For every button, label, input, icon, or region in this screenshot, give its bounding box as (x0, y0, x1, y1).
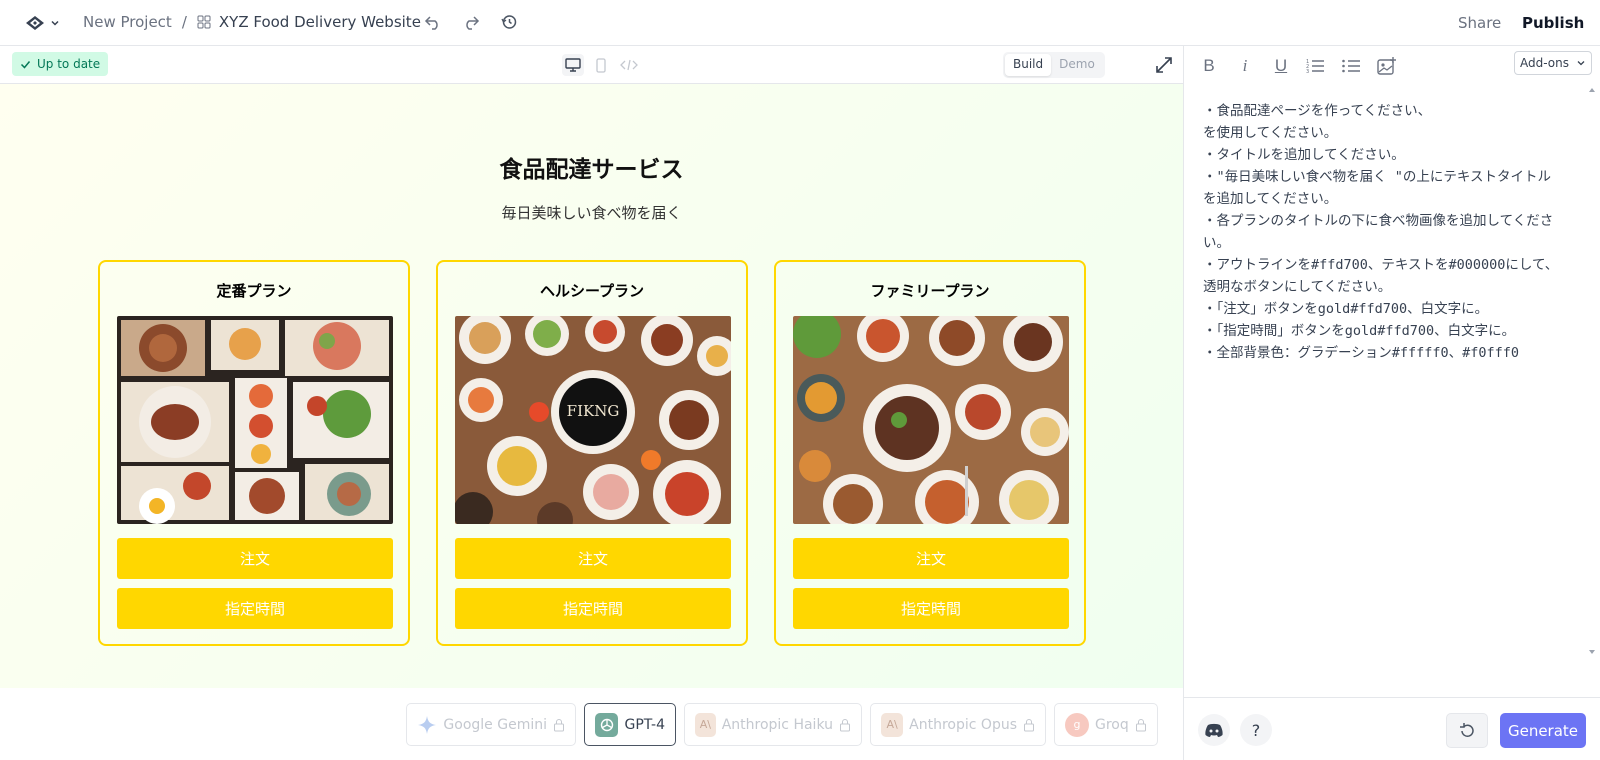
generate-button[interactable]: Generate (1500, 713, 1586, 748)
breadcrumb-site[interactable]: XYZ Food Delivery Website (197, 13, 421, 31)
preview-toolbar: Up to date Build Demo (0, 46, 1183, 84)
order-button[interactable]: 注文 (455, 538, 731, 579)
mobile-view-button[interactable] (590, 54, 612, 76)
breadcrumb-separator: / (181, 13, 187, 31)
code-view-button[interactable] (618, 54, 640, 76)
model-selector: Google Gemini GPT-4 A\ Anthropic Haiku A… (0, 688, 1183, 760)
food-image (117, 316, 393, 524)
device-switcher (562, 54, 640, 76)
plan-card-healthy: ヘルシープラン FIKNG 注文 指定時間 (436, 260, 748, 646)
code-icon (620, 59, 638, 71)
status-badge: Up to date (12, 52, 109, 76)
schedule-button[interactable]: 指定時間 (793, 588, 1069, 629)
app-logo-menu[interactable] (24, 13, 60, 33)
order-button[interactable]: 注文 (793, 538, 1069, 579)
add-image-icon[interactable] (1376, 55, 1398, 77)
model-groq[interactable]: g Groq (1054, 703, 1158, 746)
gemini-icon (417, 713, 437, 737)
bullet-list-icon[interactable] (1340, 55, 1362, 77)
lock-icon (1023, 718, 1035, 732)
reset-button[interactable] (1446, 713, 1488, 748)
plan-title: ヘルシープラン (539, 282, 645, 300)
schedule-button[interactable]: 指定時間 (117, 588, 393, 629)
model-gpt-4[interactable]: GPT-4 (584, 703, 676, 746)
ordered-list-icon[interactable]: 123 (1304, 55, 1326, 77)
lock-icon (553, 718, 565, 732)
editor-scrollbar[interactable] (1587, 86, 1597, 656)
plan-title: ファミリープラン (870, 282, 990, 300)
check-icon (20, 60, 31, 69)
prompt-editor[interactable]: ・食品配達ページを作ってください、 を使用してください。 ・タイトルを追加してく… (1203, 100, 1563, 655)
food-image: FIKNG (455, 316, 731, 524)
bold-icon[interactable]: B (1198, 55, 1220, 77)
share-button[interactable]: Share (1458, 14, 1501, 32)
model-name: GPT-4 (624, 716, 665, 733)
model-name: Anthropic Haiku (721, 716, 833, 733)
editor-footer: ? Generate (1184, 697, 1600, 760)
model-name: Groq (1095, 716, 1129, 733)
openai-icon (595, 712, 619, 737)
history-icon[interactable] (500, 13, 518, 31)
model-anthropic-opus[interactable]: A\ Anthropic Opus (870, 703, 1046, 746)
order-button[interactable]: 注文 (117, 538, 393, 579)
redo-icon[interactable] (462, 13, 480, 31)
top-bar: New Project / XYZ Food Delivery Website … (0, 0, 1600, 46)
site-title: 食品配達サービス (499, 157, 684, 183)
groq-icon: g (1065, 712, 1089, 737)
svg-text:FIKNG: FIKNG (567, 402, 620, 420)
anthropic-icon: A\ (881, 712, 904, 737)
breadcrumb: New Project / XYZ Food Delivery Website (83, 13, 421, 31)
phone-icon (596, 57, 606, 73)
lock-icon (839, 718, 851, 732)
expand-icon[interactable] (1154, 55, 1174, 75)
breadcrumb-project[interactable]: New Project (83, 13, 172, 31)
discord-icon[interactable] (1198, 714, 1230, 746)
italic-icon[interactable]: i (1234, 55, 1256, 77)
plan-card-standard: 定番プラン 注文 指定時間 (98, 260, 410, 646)
demo-tab[interactable]: Demo (1051, 54, 1103, 76)
build-tab[interactable]: Build (1005, 54, 1052, 76)
grid-icon (197, 15, 211, 29)
refresh-icon (1460, 722, 1474, 737)
history-controls (424, 13, 518, 31)
model-name: Google Gemini (443, 716, 547, 733)
site-subtitle: 毎日美味しい食べ物を届く (501, 204, 682, 222)
help-button[interactable]: ? (1240, 714, 1272, 746)
addons-dropdown[interactable]: Add-ons (1514, 51, 1592, 75)
food-image (793, 316, 1069, 524)
status-text: Up to date (37, 57, 101, 71)
undo-icon[interactable] (424, 13, 442, 31)
panel-divider (1183, 46, 1184, 760)
logo-icon (26, 16, 44, 30)
anthropic-icon: A\ (695, 712, 716, 737)
model-name: Anthropic Opus (909, 716, 1017, 733)
plan-card-family: ファミリープラン 注文 指定時間 (774, 260, 1086, 646)
schedule-button[interactable]: 指定時間 (455, 588, 731, 629)
svg-text:3: 3 (1306, 69, 1309, 74)
chevron-down-icon (51, 20, 59, 26)
chevron-down-icon (1577, 61, 1585, 66)
lock-icon (1135, 718, 1147, 732)
desktop-view-button[interactable] (562, 54, 584, 76)
mode-toggle: Build Demo (1003, 52, 1105, 78)
model-google-gemini[interactable]: Google Gemini (406, 703, 576, 746)
monitor-icon (565, 57, 581, 72)
preview-canvas: 食品配達サービス 毎日美味しい食べ物を届く 定番プラン 注文 指定時間 ヘルシー… (0, 84, 1183, 688)
site-name: XYZ Food Delivery Website (218, 13, 421, 31)
model-anthropic-haiku[interactable]: A\ Anthropic Haiku (684, 703, 862, 746)
plan-title: 定番プラン (216, 282, 292, 300)
underline-icon[interactable]: U (1270, 55, 1292, 77)
publish-button[interactable]: Publish (1522, 14, 1584, 32)
addons-label: Add-ons (1520, 56, 1569, 70)
